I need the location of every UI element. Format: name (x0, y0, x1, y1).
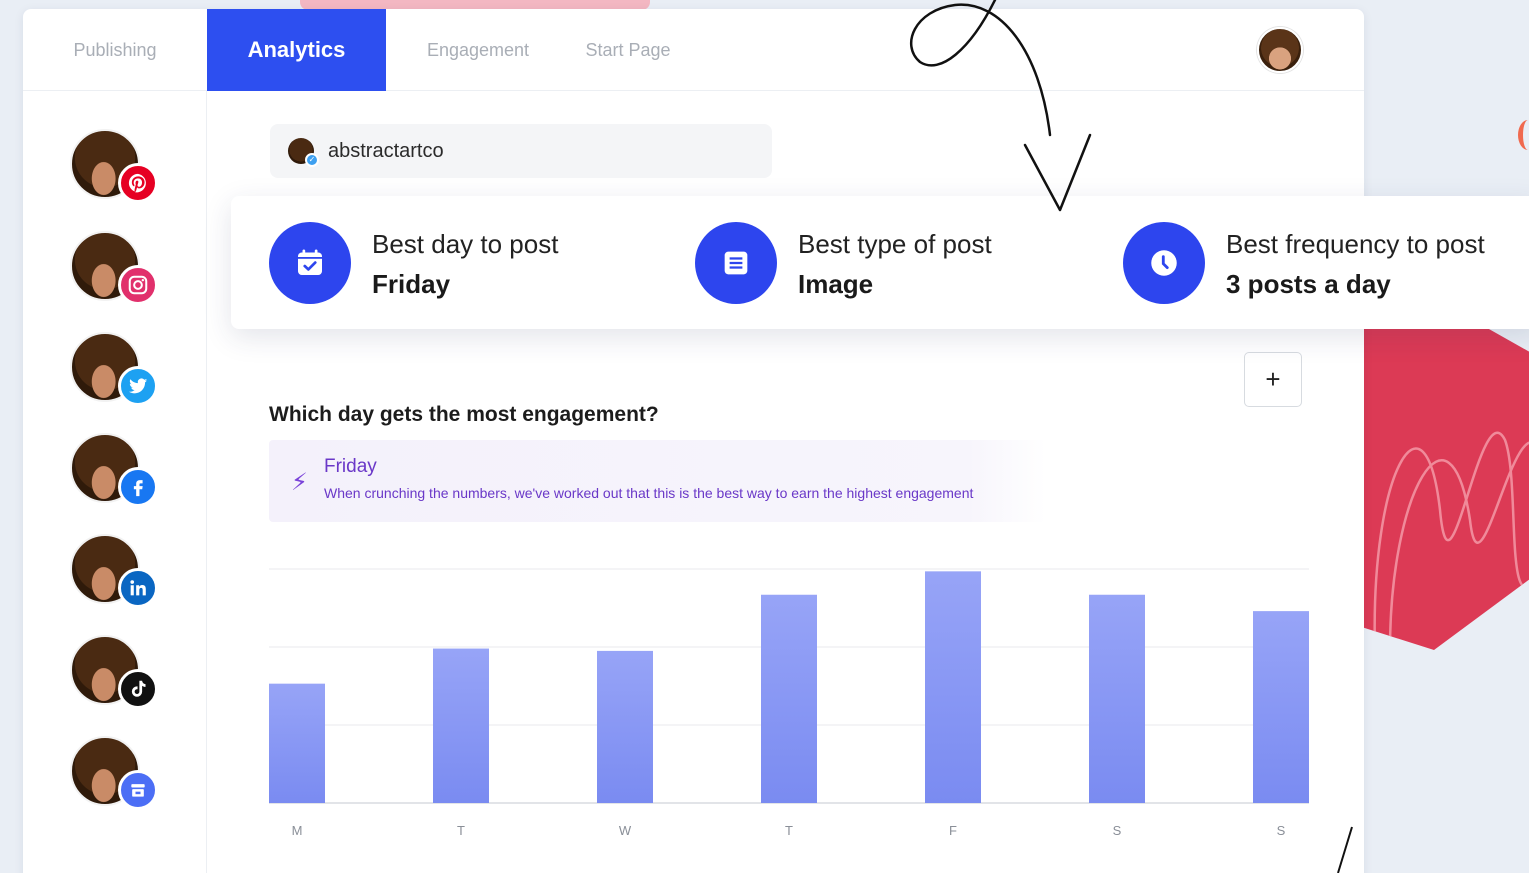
profile-twitter[interactable] (70, 332, 158, 406)
instagram-icon (118, 265, 158, 305)
chart-bar-s[interactable] (1253, 611, 1309, 803)
tiktok-icon (118, 669, 158, 709)
tab-publishing[interactable]: Publishing (23, 9, 207, 91)
profile-facebook[interactable] (70, 433, 158, 507)
best-posting-card: Best day to post Friday Best type of pos… (231, 196, 1529, 329)
tab-analytics[interactable]: Analytics (207, 9, 386, 91)
add-button[interactable]: + (1244, 352, 1302, 407)
x-tick-label: W (619, 823, 632, 838)
insight-description: When crunching the numbers, we've worked… (324, 485, 974, 501)
avatar: ✓ (288, 138, 319, 167)
best-frequency-value: 3 posts a day (1226, 269, 1391, 299)
profile-sidebar (23, 91, 207, 873)
best-type-label: Best type of post (798, 229, 992, 259)
store-icon (118, 770, 158, 810)
profile-google-business[interactable] (70, 736, 158, 810)
x-tick-label: T (457, 823, 465, 838)
twitter-icon (118, 366, 158, 406)
x-tick-label: M (292, 823, 303, 838)
tab-start-page[interactable]: Start Page (568, 9, 688, 91)
insight-title: Friday (324, 456, 377, 477)
section-title: Which day gets the most engagement? (269, 403, 659, 426)
user-avatar[interactable] (1257, 27, 1303, 73)
clock-icon (1123, 222, 1205, 304)
x-tick-label: S (1277, 823, 1286, 838)
chart-bar-w[interactable] (597, 650, 653, 803)
lightning-icon: ⚡ (291, 469, 308, 496)
chart-bar-m[interactable] (269, 683, 325, 803)
engagement-bar-chart: MTWTFSS (269, 568, 1309, 838)
top-navigation: Publishing Analytics Engagement Start Pa… (23, 9, 1364, 91)
document-icon (695, 222, 777, 304)
app-window: Publishing Analytics Engagement Start Pa… (23, 9, 1364, 873)
linkedin-icon (118, 568, 158, 608)
chart-bar-f[interactable] (925, 571, 981, 803)
chart-bar-t[interactable] (433, 648, 489, 803)
calendar-icon (269, 222, 351, 304)
chart-bar-s[interactable] (1089, 594, 1145, 803)
profile-linkedin[interactable] (70, 534, 158, 608)
account-name: abstractartco (328, 139, 444, 162)
verified-icon: ✓ (305, 153, 319, 167)
insight-banner: ⚡ Friday When crunching the numbers, we'… (269, 440, 1046, 522)
scribble-decoration (1337, 826, 1353, 873)
facebook-icon (118, 467, 158, 507)
account-selector[interactable]: ✓ abstractartco (270, 124, 772, 178)
x-tick-label: S (1113, 823, 1122, 838)
best-day-value: Friday (372, 269, 451, 299)
x-tick-label: T (785, 823, 793, 838)
best-type-value: Image (798, 269, 874, 299)
pinterest-icon (118, 163, 158, 203)
x-tick-label: F (949, 823, 957, 838)
profile-pinterest[interactable] (70, 129, 158, 203)
best-day-label: Best day to post (372, 229, 559, 259)
profile-instagram[interactable] (70, 231, 158, 305)
chart-bar-t[interactable] (761, 594, 817, 803)
tab-engagement[interactable]: Engagement (408, 9, 548, 91)
best-frequency-label: Best frequency to post (1226, 229, 1485, 259)
background-decoration (1518, 120, 1529, 150)
profile-tiktok[interactable] (70, 635, 158, 709)
